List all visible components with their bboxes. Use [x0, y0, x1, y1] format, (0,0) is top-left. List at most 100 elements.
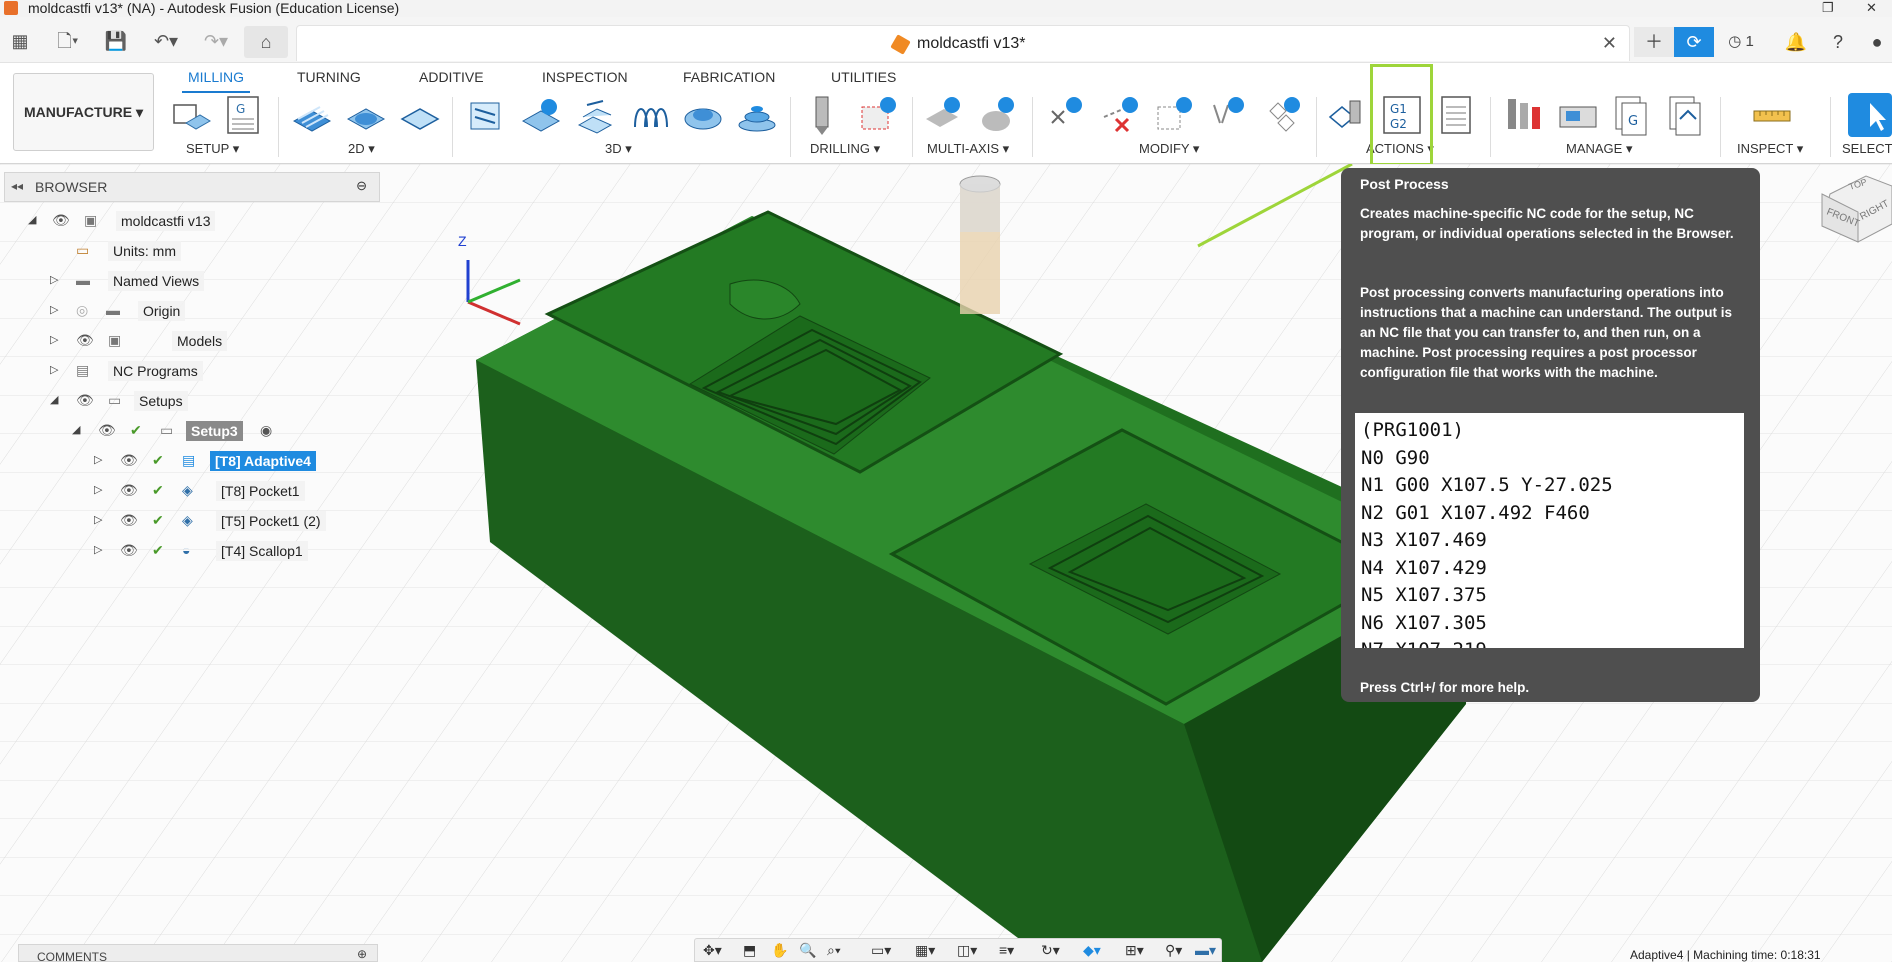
close-window-icon[interactable]: ✕	[1866, 0, 1877, 16]
machine-library-icon[interactable]	[1556, 93, 1600, 137]
group-inspect[interactable]: INSPECT ▾	[1737, 141, 1803, 157]
group-manage[interactable]: MANAGE ▾	[1566, 141, 1632, 157]
redo-icon[interactable]: ↷▾	[196, 29, 236, 53]
tree-item-adaptive4[interactable]: ▷ 👁 ✔ ▤ [T8] Adaptive4	[0, 449, 380, 473]
pan-icon[interactable]: ✋	[771, 942, 788, 959]
grid-settings-icon[interactable]: ▦▾	[915, 942, 935, 959]
tree-item-pocket1-2[interactable]: ▷ 👁 ✔ ◈ [T5] Pocket1 (2)	[0, 509, 380, 533]
tree-item-named-views[interactable]: ▷ ▬ Named Views	[0, 269, 380, 293]
tree-item-models[interactable]: ▷ 👁 ▣ Models	[0, 329, 380, 353]
edit-notes-icon[interactable]	[1152, 93, 1196, 137]
expand-arrow-icon[interactable]: ◢	[72, 423, 80, 436]
expand-arrow-icon[interactable]: ▷	[94, 543, 102, 556]
visibility-eye-icon[interactable]: 👁	[120, 512, 138, 530]
stock-display-icon[interactable]: ◆▾	[1083, 942, 1101, 959]
tree-item-pocket1[interactable]: ▷ 👁 ✔ ◈ [T8] Pocket1	[0, 479, 380, 503]
visibility-eye-icon[interactable]: 👁	[52, 212, 70, 230]
new-tab-icon[interactable]: ＋	[1634, 27, 1674, 57]
collapse-browser-icon[interactable]: ◂◂	[11, 179, 23, 193]
notifications-icon[interactable]: 🔔	[1776, 27, 1816, 57]
visibility-hidden-icon[interactable]: ◎	[76, 302, 94, 320]
hole-recognition-tool-icon[interactable]	[856, 93, 900, 137]
file-menu-icon[interactable]: 🗋▾	[50, 29, 86, 53]
setup-sheet-tool-icon[interactable]	[1434, 93, 1478, 137]
save-icon[interactable]: 💾	[104, 29, 128, 53]
3d-steep-shallow-tool-icon[interactable]	[573, 93, 617, 137]
2d-face-tool-icon[interactable]	[398, 93, 442, 137]
group-2d[interactable]: 2D ▾	[348, 141, 375, 157]
visibility-eye-icon[interactable]: 👁	[76, 332, 94, 350]
3d-pocket-tool-icon[interactable]	[519, 93, 563, 137]
group-multi-axis[interactable]: MULTI-AXIS ▾	[927, 141, 1009, 157]
group-3d[interactable]: 3D ▾	[605, 141, 632, 157]
comments-panel[interactable]: COMMENTS ⊕	[18, 944, 378, 964]
app-grid-icon[interactable]: ▦	[8, 29, 32, 53]
document-tab[interactable]: moldcastfi v13* ✕	[296, 25, 1630, 61]
expand-arrow-icon[interactable]: ▷	[50, 273, 58, 286]
select-tool-icon[interactable]	[1848, 93, 1892, 137]
tab-inspection[interactable]: INSPECTION	[536, 67, 634, 93]
tree-item-scallop1[interactable]: ▷ 👁 ✔ ◒ [T4] Scallop1	[0, 539, 380, 563]
display-settings-icon[interactable]: ▭▾	[871, 942, 891, 959]
expand-arrow-icon[interactable]: ▷	[50, 303, 58, 316]
3d-scallop-tool-icon[interactable]	[681, 93, 725, 137]
3d-contour-tool-icon[interactable]	[735, 93, 779, 137]
group-modify[interactable]: MODIFY ▾	[1139, 141, 1199, 157]
visibility-eye-icon[interactable]: 👁	[98, 422, 116, 440]
tab-turning[interactable]: TURNING	[291, 67, 367, 93]
tree-item-origin[interactable]: ▷ ◎ ▬ Origin	[0, 299, 380, 323]
rotate-view-icon[interactable]: ↻▾	[1041, 942, 1060, 959]
browser-options-icon[interactable]: ⊖	[356, 178, 367, 194]
orbit-icon[interactable]: ✥▾	[703, 942, 722, 959]
close-tab-icon[interactable]: ✕	[1602, 33, 1617, 54]
zoom-icon[interactable]: 🔍	[799, 942, 816, 959]
visibility-eye-icon[interactable]: 👁	[76, 392, 94, 410]
job-status-icon[interactable]: ◷ 1	[1718, 27, 1764, 57]
expand-arrow-icon[interactable]: ◢	[50, 393, 58, 406]
add-comment-icon[interactable]: ⊕	[357, 947, 367, 961]
tab-fabrication[interactable]: FABRICATION	[677, 67, 781, 93]
group-drilling[interactable]: DRILLING ▾	[810, 141, 880, 157]
folder-display-icon[interactable]: ▬▾	[1195, 942, 1216, 959]
expand-arrow-icon[interactable]: ▷	[50, 363, 58, 376]
measure-tool-icon[interactable]	[1750, 93, 1794, 137]
tree-item-units[interactable]: ▭ Units: mm	[0, 239, 380, 263]
template-library-icon[interactable]: G	[1610, 93, 1654, 137]
zoom-window-icon[interactable]: ⌕▾	[827, 942, 841, 959]
tab-additive[interactable]: ADDITIVE	[413, 67, 490, 93]
section-icon[interactable]: ≡▾	[999, 942, 1014, 959]
look-at-icon[interactable]: ⬒	[743, 942, 756, 959]
multiaxis-contour-tool-icon[interactable]	[976, 93, 1020, 137]
tree-item-setup3[interactable]: ◢ 👁 ✔ ▭ Setup3 ◉	[0, 419, 380, 443]
simulate-tool-icon[interactable]	[1326, 93, 1370, 137]
tab-utilities[interactable]: UTILITIES	[825, 67, 902, 93]
toolpath-display-icon[interactable]: ⊞▾	[1125, 942, 1144, 959]
swarf-tool-icon[interactable]	[922, 93, 966, 137]
viewports-icon[interactable]: ◫▾	[957, 942, 977, 959]
online-status-icon[interactable]: ⟳	[1674, 27, 1714, 57]
tree-item-root[interactable]: ◢ 👁 ▣ moldcastfi v13	[0, 209, 380, 233]
browser-panel-header[interactable]: ◂◂ BROWSER ⊖	[4, 172, 380, 202]
user-avatar[interactable]: ●	[1862, 27, 1892, 57]
expand-arrow-icon[interactable]: ▷	[50, 333, 58, 346]
tool-library-icon[interactable]	[1502, 93, 1546, 137]
visibility-eye-icon[interactable]: 👁	[120, 482, 138, 500]
group-setup[interactable]: SETUP ▾	[186, 141, 239, 157]
pattern-toolpath-icon[interactable]	[1260, 93, 1304, 137]
2d-pocket-tool-icon[interactable]	[344, 93, 388, 137]
delete-toolpath-icon[interactable]	[1098, 93, 1142, 137]
visibility-eye-icon[interactable]: 👁	[120, 542, 138, 560]
workspace-switcher[interactable]: MANUFACTURE ▾	[13, 73, 154, 151]
2d-adaptive-tool-icon[interactable]	[290, 93, 334, 137]
expand-arrow-icon[interactable]: ▷	[94, 513, 102, 526]
drill-tool-icon[interactable]	[802, 93, 846, 137]
tree-item-setups[interactable]: ◢ 👁 ▭ Setups	[0, 389, 380, 413]
trim-toolpath-icon[interactable]	[1044, 93, 1088, 137]
help-icon[interactable]: ?	[1818, 27, 1858, 57]
tree-item-nc-programs[interactable]: ▷ ▤ NC Programs	[0, 359, 380, 383]
expand-arrow-icon[interactable]: ▷	[94, 453, 102, 466]
expand-arrow-icon[interactable]: ◢	[28, 213, 36, 226]
protect-toolpath-icon[interactable]	[1206, 93, 1250, 137]
group-select[interactable]: SELECT	[1842, 141, 1892, 156]
nc-program-tool-icon[interactable]: G	[222, 93, 266, 137]
